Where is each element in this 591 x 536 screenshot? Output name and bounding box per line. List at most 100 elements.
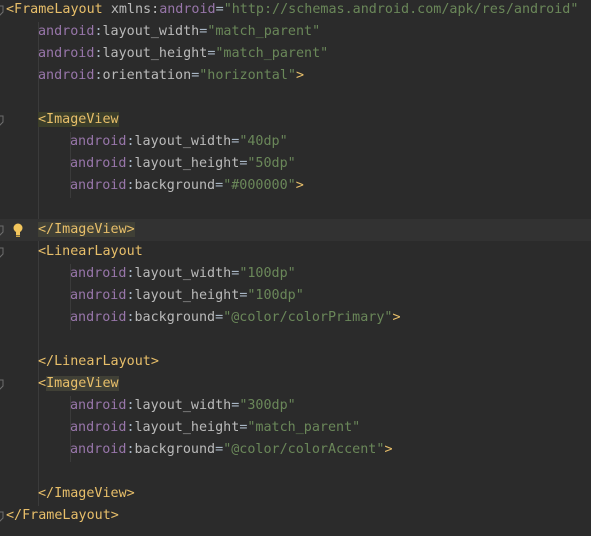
code-line[interactable]: </LinearLayout> — [0, 351, 591, 373]
code-token: "300dp" — [239, 398, 296, 413]
code-token: </ImageView> — [38, 222, 135, 237]
code-token: : — [94, 68, 103, 83]
code-token: : — [126, 420, 135, 435]
code-token: > — [384, 442, 393, 457]
code-line[interactable]: android:background="@color/colorPrimary"… — [0, 307, 591, 329]
code-line[interactable]: android:background="@color/colorAccent"> — [0, 439, 591, 461]
code-line[interactable] — [0, 461, 591, 483]
code-text: android:background="@color/colorAccent"> — [70, 439, 393, 461]
code-text: android:layout_width="40dp" — [70, 131, 288, 153]
code-token: <FrameLayout — [6, 2, 111, 17]
code-line[interactable]: </FrameLayout> — [0, 505, 591, 527]
code-token: layout_width — [134, 398, 232, 413]
code-token: android — [38, 24, 95, 39]
code-token: "40dp" — [239, 134, 288, 149]
code-text: android:background="@color/colorPrimary"… — [70, 307, 401, 329]
fold-marker-icon[interactable] — [0, 0, 4, 21]
fold-marker-icon[interactable] — [0, 373, 4, 395]
code-text: android:layout_height="100dp" — [70, 285, 304, 307]
code-token: "#000000" — [223, 178, 296, 193]
code-token: android — [70, 442, 127, 457]
code-token: : — [126, 442, 135, 457]
code-token: layout_height — [134, 420, 240, 435]
code-token: : — [126, 398, 135, 413]
code-text: android:background="#000000"> — [70, 175, 304, 197]
code-line[interactable]: android:layout_height="50dp" — [0, 153, 591, 175]
code-token: android — [38, 68, 95, 83]
code-token: "@color/colorAccent" — [223, 442, 385, 457]
code-token: : — [126, 310, 135, 325]
code-token: : — [94, 46, 103, 61]
code-text: android:layout_height="match_parent" — [38, 43, 328, 65]
code-line[interactable]: <FrameLayout xmlns:android="http://schem… — [0, 0, 591, 21]
code-token: > — [296, 68, 305, 83]
code-line[interactable]: </ImageView> — [0, 219, 591, 241]
code-token: orientation — [102, 68, 192, 83]
code-token: <ImageView — [38, 112, 119, 127]
code-token: "http://schemas.android.com/apk/res/andr… — [223, 2, 579, 17]
code-line[interactable]: <ImageView — [0, 109, 591, 131]
code-line[interactable]: android:background="#000000"> — [0, 175, 591, 197]
code-text: <FrameLayout xmlns:android="http://schem… — [6, 0, 578, 21]
code-token: : — [126, 178, 135, 193]
fold-marker-icon[interactable] — [0, 109, 4, 131]
code-line[interactable]: android:layout_height="match_parent" — [0, 43, 591, 65]
code-token: </ImageView> — [38, 486, 135, 501]
code-token: android — [70, 178, 127, 193]
code-token: : — [126, 156, 135, 171]
code-token: layout_height — [102, 46, 208, 61]
code-text: android:layout_width="300dp" — [70, 395, 296, 417]
code-text: <LinearLayout — [38, 241, 143, 263]
code-token: </FrameLayout> — [6, 508, 119, 523]
code-line[interactable]: <LinearLayout — [0, 241, 591, 263]
code-text: </ImageView> — [38, 219, 135, 241]
code-token: : — [126, 266, 135, 281]
code-line[interactable]: android:layout_width="match_parent" — [0, 21, 591, 43]
code-token: = — [215, 178, 224, 193]
code-text: <ImageView — [38, 109, 119, 131]
code-token: = — [215, 310, 224, 325]
code-text: android:layout_width="100dp" — [70, 263, 296, 285]
code-editor[interactable]: <FrameLayout xmlns:android="http://schem… — [0, 0, 591, 536]
code-token: layout_height — [134, 156, 240, 171]
code-text: </ImageView> — [38, 483, 135, 505]
code-token: < — [38, 376, 47, 391]
code-line[interactable]: android:layout_height="match_parent" — [0, 417, 591, 439]
code-token: "match_parent" — [215, 46, 329, 61]
code-line[interactable] — [0, 197, 591, 219]
code-token: android — [70, 288, 127, 303]
code-token: "horizontal" — [199, 68, 296, 83]
code-line[interactable] — [0, 329, 591, 351]
fold-marker-icon[interactable] — [0, 505, 4, 527]
code-token: : — [126, 134, 135, 149]
code-token: "100dp" — [247, 288, 304, 303]
code-text: </FrameLayout> — [6, 505, 119, 527]
code-token: : — [94, 24, 103, 39]
fold-marker-icon[interactable] — [0, 241, 4, 263]
code-line[interactable]: </ImageView> — [0, 483, 591, 505]
code-line[interactable]: android:layout_width="40dp" — [0, 131, 591, 153]
fold-marker-icon[interactable] — [0, 219, 4, 241]
code-text: android:layout_height="match_parent" — [70, 417, 360, 439]
code-token: = — [215, 442, 224, 457]
code-line[interactable]: android:orientation="horizontal"> — [0, 65, 591, 87]
code-line[interactable]: android:layout_width="300dp" — [0, 395, 591, 417]
lightbulb-icon[interactable] — [11, 222, 25, 238]
code-token: layout_width — [134, 266, 232, 281]
code-token: layout_height — [134, 288, 240, 303]
code-line[interactable]: <ImageView — [0, 373, 591, 395]
code-token: "50dp" — [247, 156, 296, 171]
code-token: android — [70, 310, 127, 325]
code-token: ImageView — [46, 376, 119, 391]
code-token: = — [215, 2, 224, 17]
code-token: : — [126, 288, 135, 303]
code-token: layout_width — [134, 134, 232, 149]
code-line[interactable]: android:layout_width="100dp" — [0, 263, 591, 285]
code-line[interactable] — [0, 87, 591, 109]
code-token: layout_width — [102, 24, 200, 39]
code-token: background — [134, 178, 216, 193]
code-token: "100dp" — [239, 266, 296, 281]
code-token: android — [38, 46, 95, 61]
code-line[interactable]: android:layout_height="100dp" — [0, 285, 591, 307]
code-token: android — [70, 398, 127, 413]
